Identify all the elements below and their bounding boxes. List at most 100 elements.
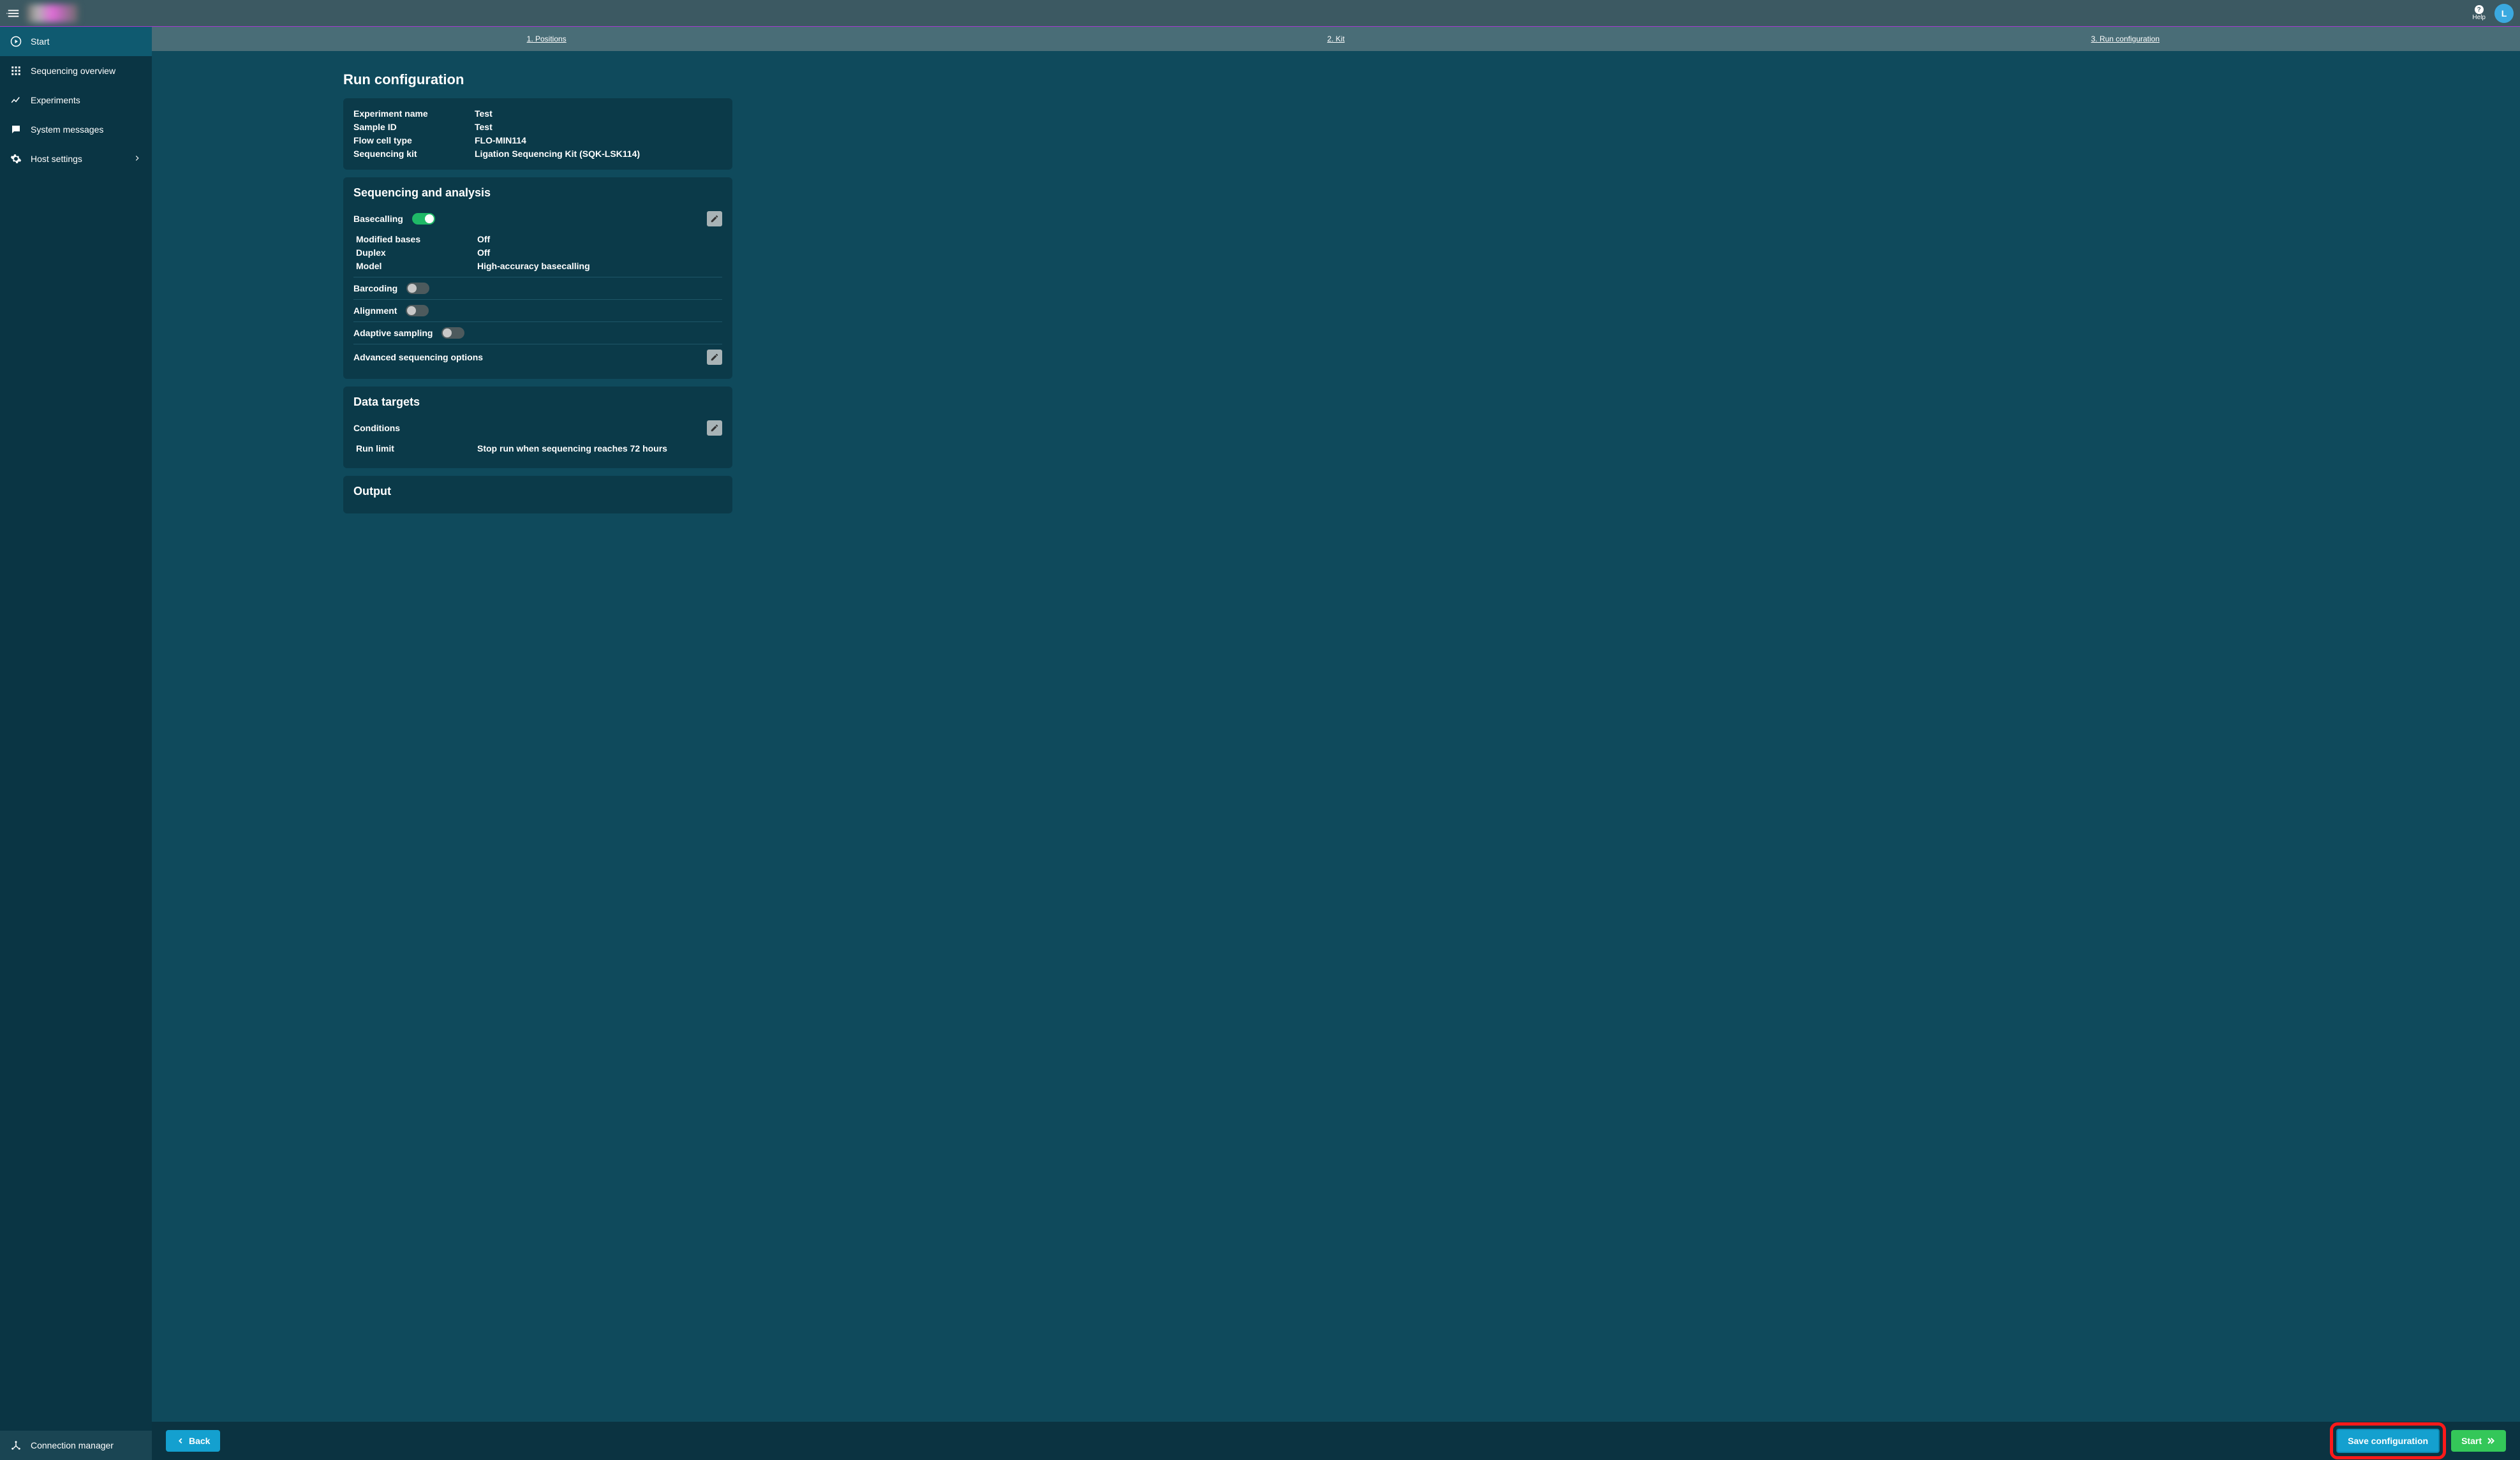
- summary-label: Sequencing kit: [353, 147, 475, 161]
- topbar: ? Help L: [0, 0, 2520, 27]
- page-title: Run configuration: [343, 71, 732, 88]
- card-title: Sequencing and analysis: [353, 186, 722, 200]
- barcoding-row: Barcoding: [353, 277, 722, 299]
- summary-label: Flow cell type: [353, 134, 475, 147]
- chevron-left-icon: [176, 1436, 185, 1445]
- edit-advanced-button[interactable]: [707, 350, 722, 365]
- adaptive-sampling-row: Adaptive sampling: [353, 321, 722, 344]
- pencil-icon: [710, 214, 719, 223]
- barcoding-label: Barcoding: [353, 283, 397, 293]
- help-icon: ?: [2475, 5, 2484, 14]
- sidebar-item-label: Connection manager: [31, 1440, 114, 1450]
- card-title: Data targets: [353, 395, 722, 409]
- sidebar-item-system-messages[interactable]: System messages: [0, 115, 152, 144]
- trend-icon: [10, 94, 22, 106]
- sidebar-item-label: Host settings: [31, 154, 82, 164]
- main-area: 1. Positions 2. Kit 3. Run configuration…: [152, 27, 2520, 1460]
- step-label: 1. Positions: [527, 34, 567, 43]
- summary-row: Flow cell typeFLO-MIN114: [353, 134, 722, 147]
- step-kit[interactable]: 2. Kit: [941, 27, 1730, 51]
- summary-card: Experiment nameTest Sample IDTest Flow c…: [343, 98, 732, 170]
- sidebar-item-host-settings[interactable]: Host settings: [0, 144, 152, 173]
- sequencing-analysis-card: Sequencing and analysis Basecalling Modi…: [343, 177, 732, 379]
- detail-label: Model: [356, 260, 477, 273]
- detail-label: Duplex: [356, 246, 477, 260]
- back-label: Back: [189, 1436, 210, 1446]
- footer-bar: Back Save configuration Start: [152, 1422, 2520, 1460]
- detail-value: High-accuracy basecalling: [477, 260, 590, 273]
- advanced-options-label: Advanced sequencing options: [353, 352, 483, 362]
- step-positions[interactable]: 1. Positions: [152, 27, 941, 51]
- sidebar-item-label: Sequencing overview: [31, 66, 115, 76]
- content-scroll[interactable]: Run configuration Experiment nameTest Sa…: [152, 51, 2520, 1422]
- sidebar-item-connection-manager[interactable]: Connection manager: [0, 1431, 152, 1460]
- app-logo: [27, 4, 78, 22]
- play-circle-icon: [10, 36, 22, 47]
- pencil-icon: [710, 353, 719, 362]
- basecalling-row: Basecalling: [353, 206, 722, 232]
- step-run-configuration[interactable]: 3. Run configuration: [1731, 27, 2520, 51]
- card-title: Output: [353, 485, 722, 498]
- summary-row: Sequencing kitLigation Sequencing Kit (S…: [353, 147, 722, 161]
- user-avatar[interactable]: L: [2494, 4, 2514, 23]
- gear-icon: [10, 153, 22, 165]
- sidebar: Start Sequencing overview Experiments Sy…: [0, 27, 152, 1460]
- conditions-details: Run limitStop run when sequencing reache…: [353, 442, 722, 455]
- topbar-right: ? Help L: [2472, 4, 2514, 23]
- help-label: Help: [2472, 14, 2486, 21]
- basecalling-label: Basecalling: [353, 214, 403, 224]
- summary-row: Experiment nameTest: [353, 107, 722, 121]
- save-label: Save configuration: [2348, 1436, 2428, 1446]
- menu-toggle-button[interactable]: [6, 6, 20, 20]
- edit-conditions-button[interactable]: [707, 420, 722, 436]
- detail-value: Off: [477, 233, 490, 246]
- help-button[interactable]: ? Help: [2472, 5, 2486, 21]
- sidebar-item-label: System messages: [31, 124, 103, 135]
- hub-icon: [10, 1440, 22, 1451]
- sidebar-item-label: Start: [31, 36, 50, 47]
- sidebar-item-label: Experiments: [31, 95, 80, 105]
- detail-label: Run limit: [356, 442, 477, 455]
- back-button[interactable]: Back: [166, 1430, 220, 1452]
- step-label: 3. Run configuration: [2091, 34, 2160, 43]
- chevron-right-icon: [133, 154, 142, 165]
- sidebar-item-start[interactable]: Start: [0, 27, 152, 56]
- conditions-label: Conditions: [353, 423, 400, 433]
- topbar-left: [6, 4, 78, 22]
- step-label: 2. Kit: [1327, 34, 1344, 43]
- summary-value: FLO-MIN114: [475, 134, 526, 147]
- start-button[interactable]: Start: [2451, 1430, 2506, 1452]
- data-targets-card: Data targets Conditions Run limitStop ru…: [343, 387, 732, 468]
- basecalling-details: Modified basesOff DuplexOff ModelHigh-ac…: [353, 233, 722, 273]
- output-card: Output: [343, 476, 732, 513]
- summary-label: Sample ID: [353, 121, 475, 134]
- conditions-row: Conditions: [353, 415, 722, 441]
- summary-value: Ligation Sequencing Kit (SQK-LSK114): [475, 147, 640, 161]
- summary-label: Experiment name: [353, 107, 475, 121]
- double-chevron-right-icon: [2486, 1436, 2496, 1446]
- basecalling-toggle[interactable]: [412, 213, 435, 225]
- avatar-initial: L: [2501, 8, 2507, 18]
- detail-value: Off: [477, 246, 490, 260]
- alignment-toggle[interactable]: [406, 305, 429, 316]
- save-configuration-button[interactable]: Save configuration: [2336, 1429, 2440, 1453]
- edit-basecalling-button[interactable]: [707, 211, 722, 226]
- barcoding-toggle[interactable]: [406, 283, 429, 294]
- alignment-row: Alignment: [353, 299, 722, 321]
- grid-icon: [10, 65, 22, 77]
- pencil-icon: [710, 424, 719, 432]
- alignment-label: Alignment: [353, 306, 397, 316]
- chat-icon: [10, 124, 22, 135]
- stepper: 1. Positions 2. Kit 3. Run configuration: [152, 27, 2520, 51]
- start-label: Start: [2461, 1436, 2482, 1446]
- detail-value: Stop run when sequencing reaches 72 hour…: [477, 442, 667, 455]
- detail-label: Modified bases: [356, 233, 477, 246]
- sidebar-item-experiments[interactable]: Experiments: [0, 85, 152, 115]
- save-highlight-wrap: Save configuration: [2334, 1426, 2442, 1456]
- content-inner: Run configuration Experiment nameTest Sa…: [343, 71, 732, 513]
- adaptive-sampling-label: Adaptive sampling: [353, 328, 433, 338]
- sidebar-item-sequencing-overview[interactable]: Sequencing overview: [0, 56, 152, 85]
- summary-row: Sample IDTest: [353, 121, 722, 134]
- summary-value: Test: [475, 107, 493, 121]
- adaptive-sampling-toggle[interactable]: [441, 327, 464, 339]
